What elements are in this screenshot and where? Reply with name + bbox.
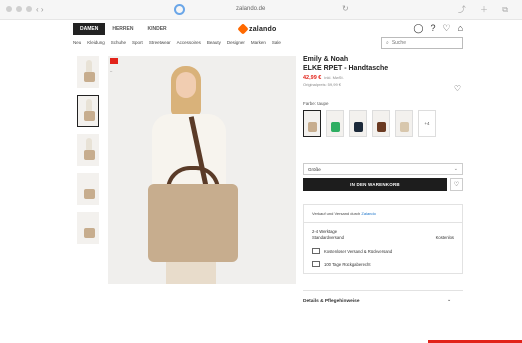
tab-herren[interactable]: HERREN — [105, 23, 140, 35]
chevron-down-icon: ⌄ — [453, 166, 458, 172]
category-item[interactable]: Sale — [272, 40, 281, 45]
thumbnail[interactable] — [77, 212, 99, 244]
category-item[interactable]: Streetwear — [149, 40, 171, 45]
shipping-cost: Kostenlos — [435, 235, 454, 240]
delivery-info: Verkauf und Versand durch Zalando 2-4 We… — [303, 204, 463, 274]
product-panel: Emily & Noah ELKE RPET - Handtasche 42,9… — [303, 56, 463, 304]
category-item[interactable]: Designer — [227, 40, 245, 45]
window-controls[interactable] — [6, 6, 32, 12]
header-icons: ◯ ? ♡ ⌂ — [413, 23, 463, 34]
address-bar[interactable]: zalando.de — [236, 6, 265, 12]
chevron-down-icon: ⌄ — [446, 298, 451, 303]
color-label: Farbe: taupe — [303, 101, 329, 106]
logo-mark-icon — [237, 23, 249, 35]
swatch-beige[interactable] — [395, 110, 413, 137]
shipping-method: Standardversand — [312, 235, 344, 240]
swatch-green[interactable] — [326, 110, 344, 137]
thumbnail-gallery — [77, 56, 103, 251]
heart-icon[interactable]: ♡ — [442, 23, 450, 34]
box-icon — [312, 248, 320, 254]
details-label: Details & Pflegehinweise — [303, 299, 360, 304]
thumbnail[interactable] — [77, 56, 99, 88]
back-forward-icon[interactable]: ‹ › — [36, 5, 44, 14]
price-value: 42,99 € — [303, 75, 322, 81]
search-placeholder: Suche — [391, 40, 406, 46]
cart-row: IN DEN WARENKORB ♡ — [303, 178, 463, 191]
category-item[interactable]: Kleidung — [87, 40, 105, 45]
wishlist-heart-icon[interactable]: ♡ — [454, 84, 461, 93]
user-icon[interactable]: ◯ — [413, 23, 423, 34]
search-input[interactable]: ⌕ Suche — [381, 37, 463, 49]
swatch-navy[interactable] — [349, 110, 367, 137]
category-item[interactable]: Sport — [132, 40, 143, 45]
feature-return-policy: 100 Tage Rückgaberecht — [312, 261, 454, 267]
return-icon — [312, 261, 320, 267]
store-header: DAMEN HERREN KINDER zalando ◯ ? ♡ ⌂ — [73, 23, 463, 35]
help-icon[interactable]: ? — [430, 23, 435, 34]
swatch-brown[interactable] — [372, 110, 390, 137]
category-item[interactable]: Schuhe — [111, 40, 126, 45]
browser-toolbar: ‹ › zalando.de ↻ ⤴ ＋ ⧉ — [0, 0, 522, 20]
search-icon: ⌕ — [386, 40, 389, 46]
main-product-image[interactable]: – — [108, 56, 296, 284]
swatch-taupe[interactable] — [303, 110, 321, 137]
zalando-logo[interactable]: zalando — [237, 23, 277, 35]
product-title: ELKE RPET - Handtasche — [303, 65, 389, 72]
seller-link[interactable]: Zalando — [361, 211, 375, 216]
gender-tabs: DAMEN HERREN KINDER — [73, 23, 174, 35]
sale-badge — [110, 58, 118, 64]
category-item[interactable]: Accessoires — [177, 40, 201, 45]
browser-actions[interactable]: ⤴ ＋ ⧉ — [458, 4, 514, 15]
logo-text: zalando — [249, 25, 277, 33]
original-price: Originalpreis: 59,99 € — [303, 82, 342, 87]
more-colors-button[interactable]: +4 — [418, 110, 436, 137]
badge-note: – — [110, 68, 113, 73]
category-nav: Neu Kleidung Schuhe Sport Streetwear Acc… — [73, 37, 463, 50]
tab-kinder[interactable]: KINDER — [140, 23, 173, 35]
privacy-shield-icon[interactable] — [174, 4, 185, 15]
thumbnail[interactable] — [77, 134, 99, 166]
wishlist-button[interactable]: ♡ — [450, 178, 463, 191]
seller-info: Verkauf und Versand durch Zalando — [312, 211, 376, 216]
size-select[interactable]: Größe ⌄ — [303, 163, 463, 175]
reload-icon[interactable]: ↻ — [342, 4, 349, 13]
shipping-info: 2-4 Werktage Standardversand Kostenlos — [312, 229, 454, 241]
thumbnail-selected[interactable] — [77, 95, 99, 127]
details-accordion[interactable]: Details & Pflegehinweise ⌄ — [303, 290, 463, 304]
tab-damen[interactable]: DAMEN — [73, 23, 106, 35]
bag-icon[interactable]: ⌂ — [458, 23, 463, 34]
category-item[interactable]: Beauty — [207, 40, 221, 45]
category-item[interactable]: Marken — [251, 40, 266, 45]
feature-returns: Kostenloser Versand & Rückversand — [312, 248, 454, 254]
price-note: inkl. MwSt. — [324, 75, 344, 80]
add-to-cart-button[interactable]: IN DEN WARENKORB — [303, 178, 447, 191]
thumbnail[interactable] — [77, 173, 99, 205]
size-select-label: Größe — [308, 167, 321, 172]
category-item[interactable]: Neu — [73, 40, 81, 45]
color-swatches: +4 — [303, 110, 463, 137]
brand-name[interactable]: Emily & Noah — [303, 56, 463, 63]
price: 42,99 € inkl. MwSt. — [303, 75, 463, 81]
